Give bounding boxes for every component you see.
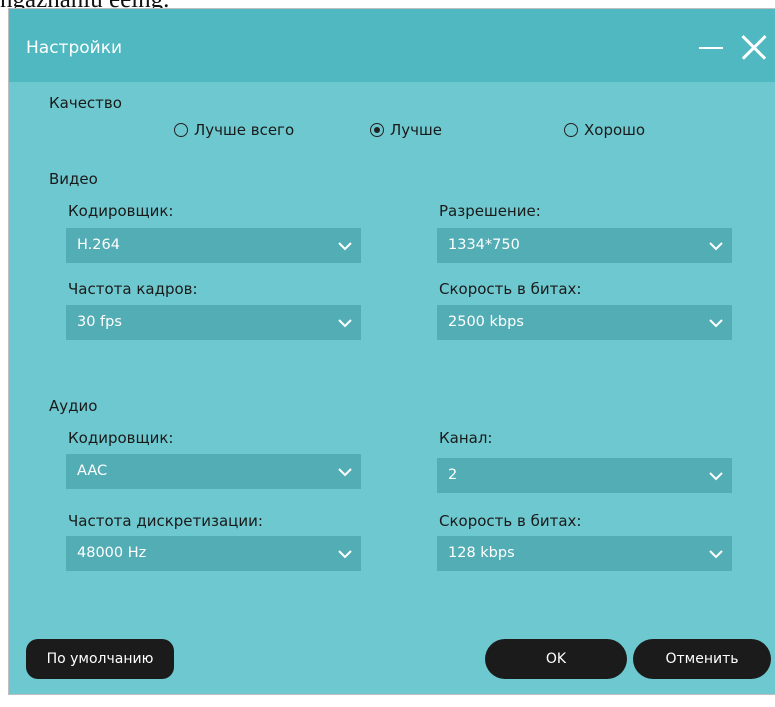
close-icon[interactable] (735, 29, 771, 65)
video-encoder-label: Кодировщик: (68, 202, 174, 220)
video-framerate-select[interactable]: 30 fps (66, 305, 361, 340)
chevron-down-icon (708, 315, 724, 331)
audio-bitrate-value: 128 kbps (448, 545, 515, 561)
chevron-down-icon (708, 238, 724, 254)
radio-quality-good[interactable]: Хорошо (564, 121, 645, 139)
title-bar[interactable]: Настройки (9, 9, 775, 82)
window-title: Настройки (26, 38, 123, 58)
chevron-down-icon (708, 546, 724, 562)
chevron-down-icon (337, 315, 353, 331)
chevron-down-icon (708, 468, 724, 484)
chevron-down-icon (337, 546, 353, 562)
audio-channel-value: 2 (448, 467, 458, 483)
audio-channel-select[interactable]: 2 (437, 458, 732, 493)
video-resolution-select[interactable]: 1334*750 (437, 228, 732, 263)
video-bitrate-select[interactable]: 2500 kbps (437, 305, 732, 340)
settings-dialog: Настройки Качество Лучше всего Лучше Хор… (9, 9, 775, 694)
video-encoder-value: H.264 (77, 237, 120, 253)
video-bitrate-label: Скорость в битах: (439, 280, 582, 298)
radio-label-better: Лучше (390, 121, 442, 139)
radio-quality-best[interactable]: Лучше всего (174, 121, 294, 139)
radio-quality-better[interactable]: Лучше (370, 121, 442, 139)
audio-samplerate-select[interactable]: 48000 Hz (66, 536, 361, 571)
audio-bitrate-label: Скорость в битах: (439, 512, 582, 530)
audio-bitrate-select[interactable]: 128 kbps (437, 536, 732, 571)
cancel-button[interactable]: Отменить (633, 639, 771, 679)
audio-encoder-label: Кодировщик: (68, 429, 174, 447)
radio-selected-icon (370, 123, 384, 137)
minimize-icon[interactable] (695, 29, 727, 65)
video-resolution-value: 1334*750 (448, 237, 520, 253)
default-button[interactable]: По умолчанию (26, 639, 174, 679)
audio-heading: Аудио (49, 397, 98, 415)
audio-encoder-value: AAC (77, 463, 108, 479)
radio-icon (174, 123, 188, 137)
video-framerate-value: 30 fps (77, 314, 122, 330)
video-framerate-label: Частота кадров: (68, 280, 198, 298)
chevron-down-icon (337, 464, 353, 480)
audio-channel-label: Канал: (439, 429, 493, 447)
radio-label-best: Лучше всего (194, 121, 295, 139)
video-encoder-select[interactable]: H.264 (66, 228, 361, 263)
video-bitrate-value: 2500 kbps (448, 314, 524, 330)
audio-encoder-select[interactable]: AAC (66, 454, 361, 489)
audio-samplerate-label: Частота дискретизации: (68, 512, 263, 530)
radio-icon (564, 123, 578, 137)
ok-button[interactable]: OK (485, 639, 627, 679)
quality-heading: Качество (49, 94, 122, 112)
radio-label-good: Хорошо (584, 121, 646, 139)
video-heading: Видео (49, 170, 98, 188)
video-resolution-label: Разрешение: (439, 202, 541, 220)
chevron-down-icon (337, 238, 353, 254)
audio-samplerate-value: 48000 Hz (77, 545, 147, 561)
